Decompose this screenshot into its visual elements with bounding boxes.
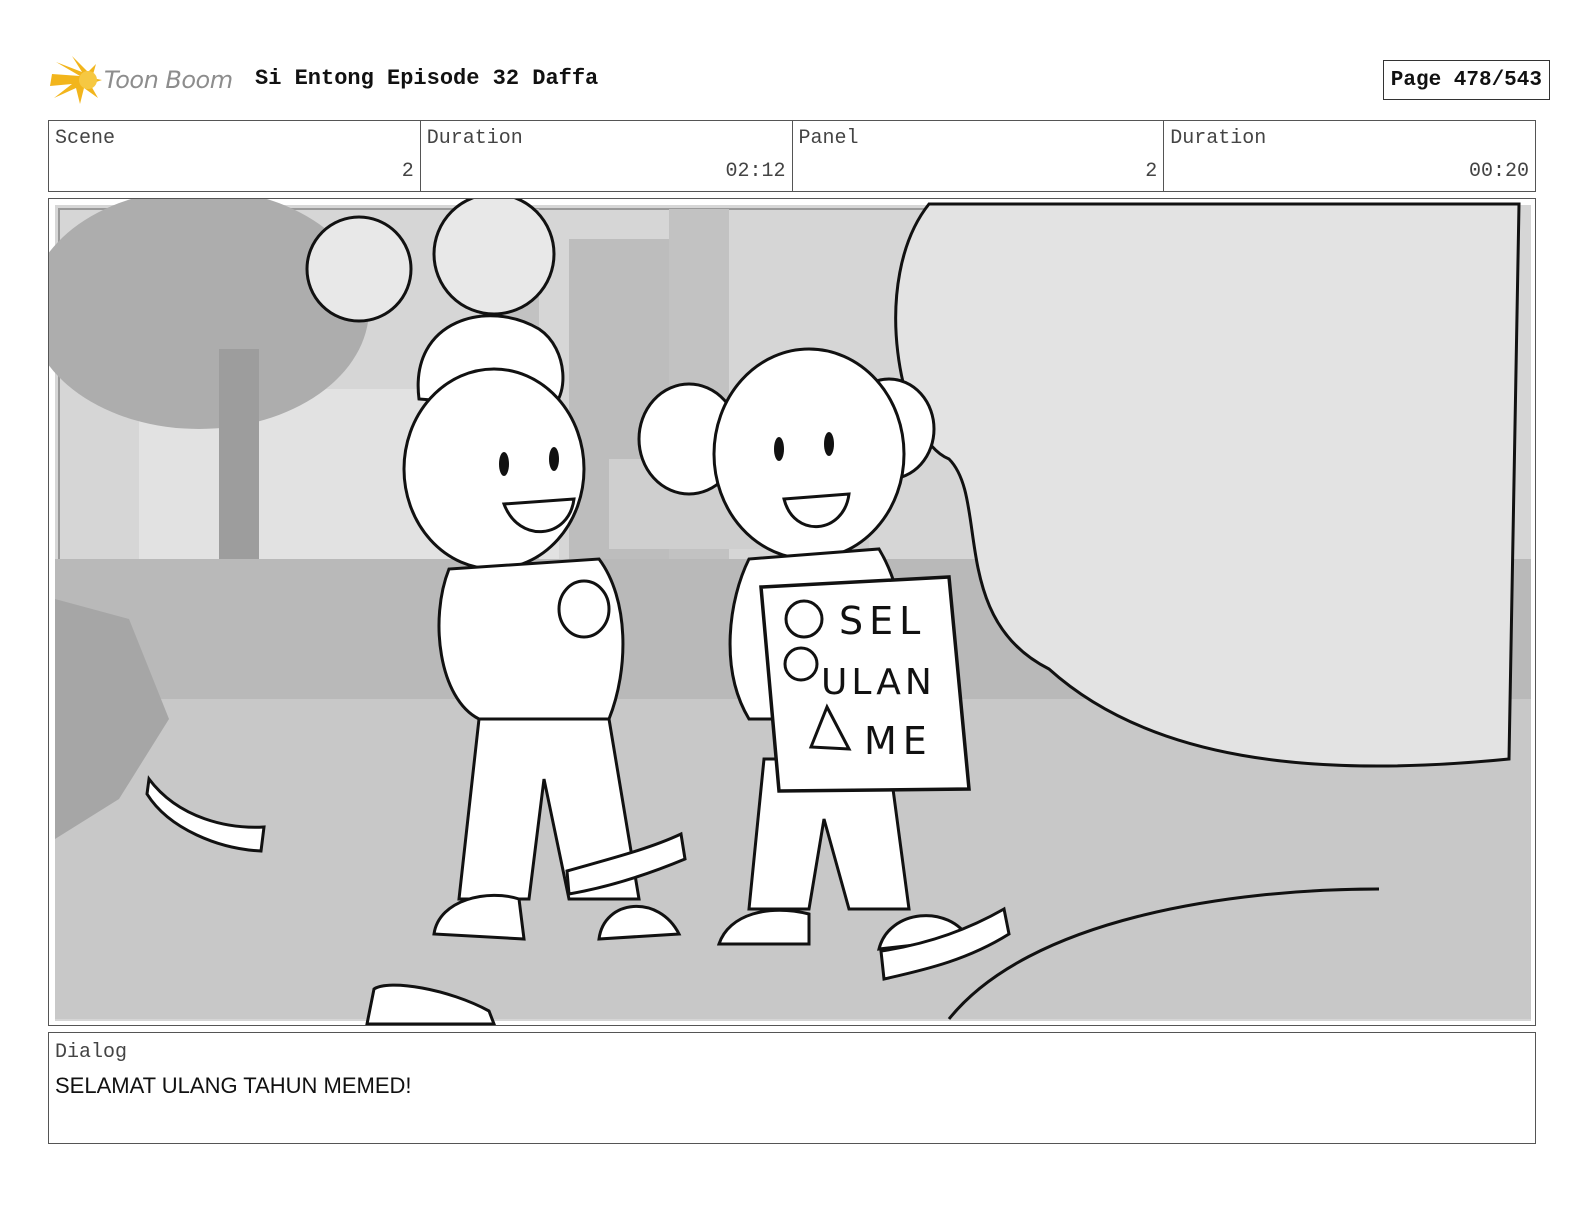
panel-duration-cell: Duration 00:20	[1164, 121, 1535, 191]
panel-value: 2	[1145, 160, 1158, 183]
document-title: Si Entong Episode 32 Daffa	[255, 66, 599, 91]
dialog-label: Dialog	[55, 1041, 128, 1064]
scene-value: 2	[401, 160, 414, 183]
tree-trunk	[219, 349, 259, 559]
sign-text-line1: SEL	[839, 599, 926, 643]
birthday-sign: SEL ULAN ME	[759, 575, 971, 793]
scene-duration-cell: Duration 02:12	[421, 121, 793, 191]
scene-label: Scene	[55, 127, 116, 150]
starburst-icon	[50, 56, 102, 104]
scene-cell: Scene 2	[49, 121, 421, 191]
storyboard-panel: SEL ULAN ME	[48, 198, 1536, 1026]
panel-label: Panel	[798, 127, 859, 150]
scene-info-table: Scene 2 Duration 02:12 Panel 2 Duration …	[48, 120, 1536, 192]
sign-text-line2: ULAN	[821, 662, 936, 703]
panel-cell: Panel 2	[793, 121, 1165, 191]
toon-boom-logo: Toon Boom	[50, 54, 240, 106]
panel-duration-value: 00:20	[1468, 160, 1529, 183]
dialog-box: Dialog SELAMAT ULANG TAHUN MEMED!	[48, 1032, 1536, 1144]
balloon	[305, 215, 413, 323]
panel-duration-label: Duration	[1170, 127, 1267, 150]
scene-duration-label: Duration	[426, 127, 523, 150]
logo-text: Toon Boom	[104, 66, 233, 94]
scene-duration-value: 02:12	[725, 160, 786, 183]
sign-text-line3: ME	[864, 719, 933, 763]
storyboard-header: Toon Boom Si Entong Episode 32 Daffa Pag…	[50, 54, 1550, 106]
dialog-text: SELAMAT ULANG TAHUN MEMED!	[55, 1073, 412, 1098]
page-indicator: Page 478/543	[1382, 60, 1550, 100]
balloon	[432, 199, 556, 316]
panel-sketch: SEL ULAN ME	[49, 199, 1531, 1025]
